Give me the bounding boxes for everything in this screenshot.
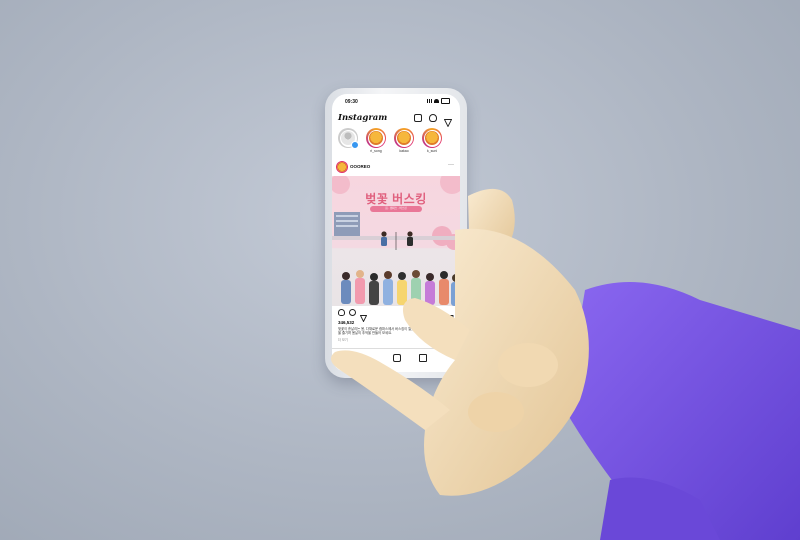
mockup-scene: 09:30 Instagram ri_song kakao k_suni OOO… <box>0 0 800 540</box>
hand-illustration <box>331 188 589 496</box>
